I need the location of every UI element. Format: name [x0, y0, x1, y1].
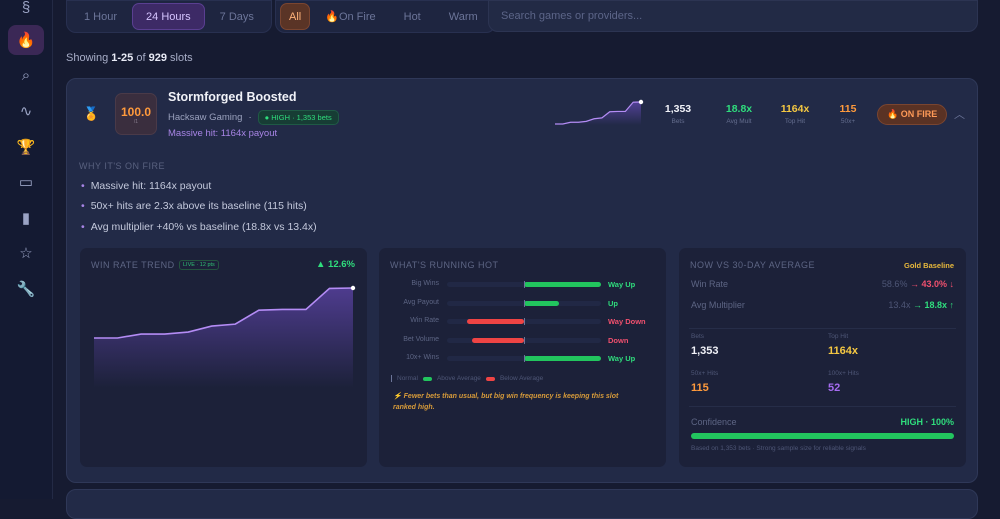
on-fire-badge: 🔥 ON FIRE: [877, 104, 948, 125]
panel-title: WIN RATE TREND: [91, 260, 175, 270]
logo-icon[interactable]: §: [8, 0, 44, 22]
hot-bar: [524, 282, 601, 287]
heat-filter-option[interactable]: Warm: [436, 3, 491, 30]
hot-row: Avg Payout Up: [403, 298, 618, 308]
slot-card-next[interactable]: [66, 489, 978, 519]
confidence-footnote: Based on 1,353 bets · Strong sample size…: [691, 445, 866, 452]
sparkline-point: [638, 99, 644, 105]
trophy-icon[interactable]: 🏆: [8, 132, 44, 162]
slot-card: 🏅 100.0/1 Stormforged Boosted Hacksaw Ga…: [66, 78, 978, 483]
heat-filter-option[interactable]: All: [280, 3, 311, 30]
win-rate-trend-panel: WIN RATE TREND LIVE · 12 pts ▲ 12.6%: [80, 248, 367, 467]
medal-icon: 🏅: [83, 106, 100, 121]
sidebar: § 🔥 ⌕ ∿ 🏆 ▭ ▮ ☆ 🔧: [0, 0, 53, 499]
panel-title: NOW VS 30-DAY AVERAGE: [690, 260, 816, 270]
hot-bar: [472, 337, 524, 343]
confidence-badge: ● HIGH · 1,353 bets: [257, 110, 339, 125]
bar-chart-icon[interactable]: ▮: [8, 203, 44, 233]
stat-bets: 1,353 Bets: [664, 103, 692, 125]
comparison-panel: NOW VS 30-DAY AVERAGE Gold Baseline Win …: [679, 248, 966, 467]
confidence-value: HIGH · 100%: [900, 417, 954, 427]
trend-chart: [94, 285, 356, 388]
sparkline: [555, 99, 644, 125]
separator: ·: [248, 112, 252, 123]
slot-title[interactable]: Stormforged Boosted: [168, 90, 296, 104]
reason-item: 50x+ hits are 2.3x above its baseline (1…: [81, 200, 307, 212]
stat-50x-: 115 50x+: [839, 103, 857, 125]
confidence-bar: [691, 433, 954, 439]
reason-item: Avg multiplier +40% vs baseline (18.8x v…: [81, 221, 317, 233]
comparison-row: Avg Multiplier 13.4x → 18.8x ↑: [691, 300, 954, 310]
hot-row: Bet Volume Down: [403, 335, 629, 345]
trend-point: [350, 285, 356, 291]
video-icon[interactable]: ▭: [8, 167, 44, 197]
metric: 100x+ Hits 52: [828, 370, 859, 394]
hot-bar: [524, 300, 559, 306]
search-icon[interactable]: ⌕: [8, 61, 44, 91]
provider: Hacksaw Gaming: [168, 112, 243, 123]
metric: Bets 1,353: [691, 333, 719, 357]
results-count: Showing 1-25 of 929 slots: [66, 52, 193, 64]
collapse-chevron-icon[interactable]: ︿: [954, 106, 965, 122]
hot-bar: [467, 319, 524, 324]
time-filter: 1 Hour 24 Hours 7 Days: [66, 0, 272, 33]
time-filter-option[interactable]: 7 Days: [207, 3, 267, 30]
wrench-icon[interactable]: 🔧: [8, 274, 44, 304]
live-badge: LIVE · 12 pts: [179, 260, 219, 270]
time-filter-option[interactable]: 24 Hours: [132, 3, 205, 30]
confidence-label: Confidence: [691, 417, 737, 427]
hot-bar: [524, 356, 601, 361]
why-title: WHY IT'S ON FIRE: [79, 161, 166, 171]
stat-avg-mult: 18.8x Avg Mult: [725, 103, 753, 125]
hot-row: 10x+ Wins Way Up: [406, 354, 636, 363]
reason-item: Massive hit: 1164x payout: [81, 180, 212, 192]
heat-filter-option[interactable]: 🔥 On Fire: [312, 3, 388, 30]
trend-area: [555, 102, 641, 125]
comparison-row: Win Rate 58.6% → 43.0% ↓: [691, 279, 954, 289]
hot-row: Big Wins Way Up: [411, 280, 636, 289]
heat-filter: All 🔥 On Fire Hot Warm: [275, 0, 496, 33]
running-hot-panel: WHAT'S RUNNING HOT Big Wins Way Up Avg Pay…: [379, 248, 666, 467]
stat-top-hit: 1164x Top Hit: [780, 103, 810, 125]
star-icon[interactable]: ☆: [8, 238, 44, 268]
metric: Top Hit 1164x: [828, 333, 858, 357]
time-filter-option[interactable]: 1 Hour: [71, 3, 130, 30]
trend-change: ▲ 12.6%: [316, 259, 355, 270]
highlight-text: Massive hit: 1164x payout: [168, 128, 278, 139]
panel-title: WHAT'S RUNNING HOT: [390, 260, 499, 270]
activity-icon[interactable]: ∿: [8, 96, 44, 126]
hot-row: Win Rate Way Down: [410, 317, 646, 326]
metric: 50x+ Hits 115: [691, 370, 719, 394]
heat-filter-option[interactable]: Hot: [391, 3, 434, 30]
baseline-label: Gold Baseline: [903, 261, 954, 270]
score-box: 100.0/1: [115, 93, 157, 135]
hot-note: ⚡ Fewer bets than usual, but big win fre…: [393, 393, 619, 411]
fire-icon[interactable]: 🔥: [8, 25, 44, 55]
search-input[interactable]: Search games or providers...: [488, 0, 978, 32]
legend: Normal Above Average Below Average: [391, 375, 543, 382]
